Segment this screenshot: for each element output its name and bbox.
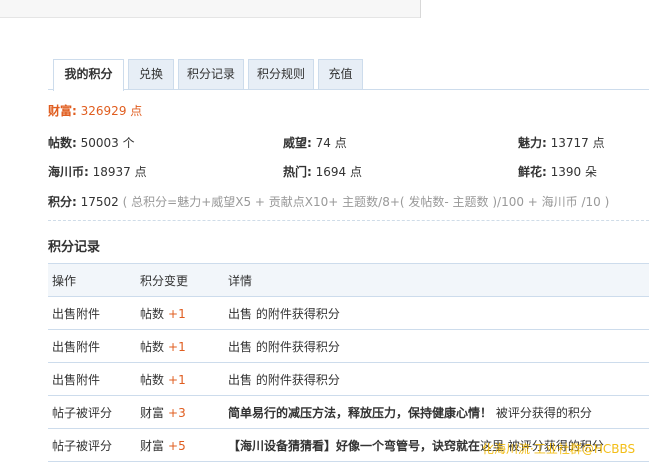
- row-detail: 出售 的附件获得积分: [224, 362, 649, 396]
- row-change-type: 帖数: [140, 306, 165, 321]
- row-change-type: 帖数: [140, 339, 165, 354]
- site-watermark: 化海川流·工业社群@HCBBS: [482, 442, 636, 456]
- row-change: 帖数 +1: [136, 296, 224, 330]
- row-detail: 出售 的附件获得积分: [224, 329, 649, 363]
- row-action: 帖子被评分: [48, 395, 136, 429]
- tab-my-credits[interactable]: 我的积分: [53, 59, 124, 91]
- dashed-divider: [48, 220, 649, 221]
- prestige-label: 威望:: [283, 136, 312, 150]
- flowers-value: 1390 朵: [550, 165, 597, 179]
- table-row: 出售附件 帖数 +1 出售 的附件获得积分: [48, 329, 649, 363]
- row-change-type: 帖数: [140, 372, 165, 387]
- row-change: 财富 +3: [136, 395, 224, 429]
- hot-value: 1694 点: [315, 165, 362, 179]
- total-credits: 积分: 17502 ( 总积分=魅力+威望X5 + 贡献点X10+ 主题数/8+…: [48, 193, 609, 210]
- credits-formula-note: ( 总积分=魅力+威望X5 + 贡献点X10+ 主题数/8+( 发帖数- 主题数…: [122, 195, 610, 209]
- posts-label: 帖数:: [48, 136, 77, 150]
- row-change-amount: +1: [168, 372, 186, 387]
- charm-stat: 魅力: 13717 点: [518, 134, 605, 151]
- row-action: 出售附件: [48, 362, 136, 396]
- row-detail: 简单易行的减压方法，释放压力，保持健康心情！ 被评分获得的积分: [224, 395, 649, 429]
- wealth-value: 326929 点: [80, 104, 143, 118]
- column-header-detail: 详情: [224, 263, 649, 297]
- table-row: 出售附件 帖数 +1 出售 的附件获得积分: [48, 362, 649, 396]
- section-title-credit-log: 积分记录: [48, 240, 101, 255]
- tab-exchange[interactable]: 兑换: [128, 59, 174, 90]
- table-header-row: 操作 积分变更 详情: [48, 263, 649, 297]
- row-change-type: 财富: [140, 405, 165, 420]
- wealth-label: 财富:: [48, 104, 77, 118]
- row-change: 帖数 +1: [136, 329, 224, 363]
- flowers-label: 鲜花:: [518, 165, 547, 179]
- row-change: 帖数 +1: [136, 362, 224, 396]
- tab-recharge[interactable]: 充值: [318, 59, 363, 90]
- total-credits-value: 17502: [80, 195, 119, 209]
- row-change-amount: +5: [168, 438, 186, 453]
- row-change: 财富 +5: [136, 428, 224, 462]
- credit-log-table: 操作 积分变更 详情 出售附件 帖数 +1 出售 的附件获得积分 出售附件 帖数 +…: [48, 263, 649, 462]
- total-credits-label: 积分:: [48, 195, 77, 209]
- row-action: 出售附件: [48, 296, 136, 330]
- posts-stat: 帖数: 50003 个: [48, 134, 135, 151]
- hot-stat: 热门: 1694 点: [283, 163, 362, 180]
- row-change-type: 财富: [140, 438, 165, 453]
- charm-label: 魅力:: [518, 136, 547, 150]
- coin-value: 18937 点: [92, 165, 147, 179]
- charm-value: 13717 点: [550, 136, 605, 150]
- tab-credit-log[interactable]: 积分记录: [178, 59, 244, 90]
- row-change-amount: +1: [168, 306, 186, 321]
- top-bar-search-area[interactable]: [420, 0, 649, 18]
- column-header-action: 操作: [48, 263, 136, 297]
- row-action: 帖子被评分: [48, 428, 136, 462]
- row-action: 出售附件: [48, 329, 136, 363]
- hot-label: 热门:: [283, 165, 312, 179]
- row-change-amount: +1: [168, 339, 186, 354]
- rated-thread-link[interactable]: 简单易行的减压方法，释放压力，保持健康心情！: [228, 406, 492, 420]
- coin-label: 海川币:: [48, 165, 89, 179]
- wealth-stat: 财富: 326929 点: [48, 102, 142, 119]
- prestige-value: 74 点: [315, 136, 347, 150]
- column-header-change: 积分变更: [136, 263, 224, 297]
- tab-credit-rules[interactable]: 积分规则: [248, 59, 314, 90]
- prestige-stat: 威望: 74 点: [283, 134, 347, 151]
- row-detail: 出售 的附件获得积分: [224, 296, 649, 330]
- flowers-stat: 鲜花: 1390 朵: [518, 163, 597, 180]
- rated-thread-link[interactable]: 【海川设备猜猜看】好像一个弯管号，诀窍就在: [228, 439, 480, 453]
- table-row: 出售附件 帖数 +1 出售 的附件获得积分: [48, 296, 649, 330]
- row-change-amount: +3: [168, 405, 186, 420]
- row-detail-suffix: 被评分获得的积分: [492, 405, 592, 420]
- table-row: 帖子被评分 财富 +3 简单易行的减压方法，释放压力，保持健康心情！ 被评分获得的…: [48, 395, 649, 429]
- top-bar: [0, 0, 649, 18]
- tab-divider: [48, 89, 649, 90]
- posts-value: 50003 个: [80, 136, 135, 150]
- coin-stat: 海川币: 18937 点: [48, 163, 147, 180]
